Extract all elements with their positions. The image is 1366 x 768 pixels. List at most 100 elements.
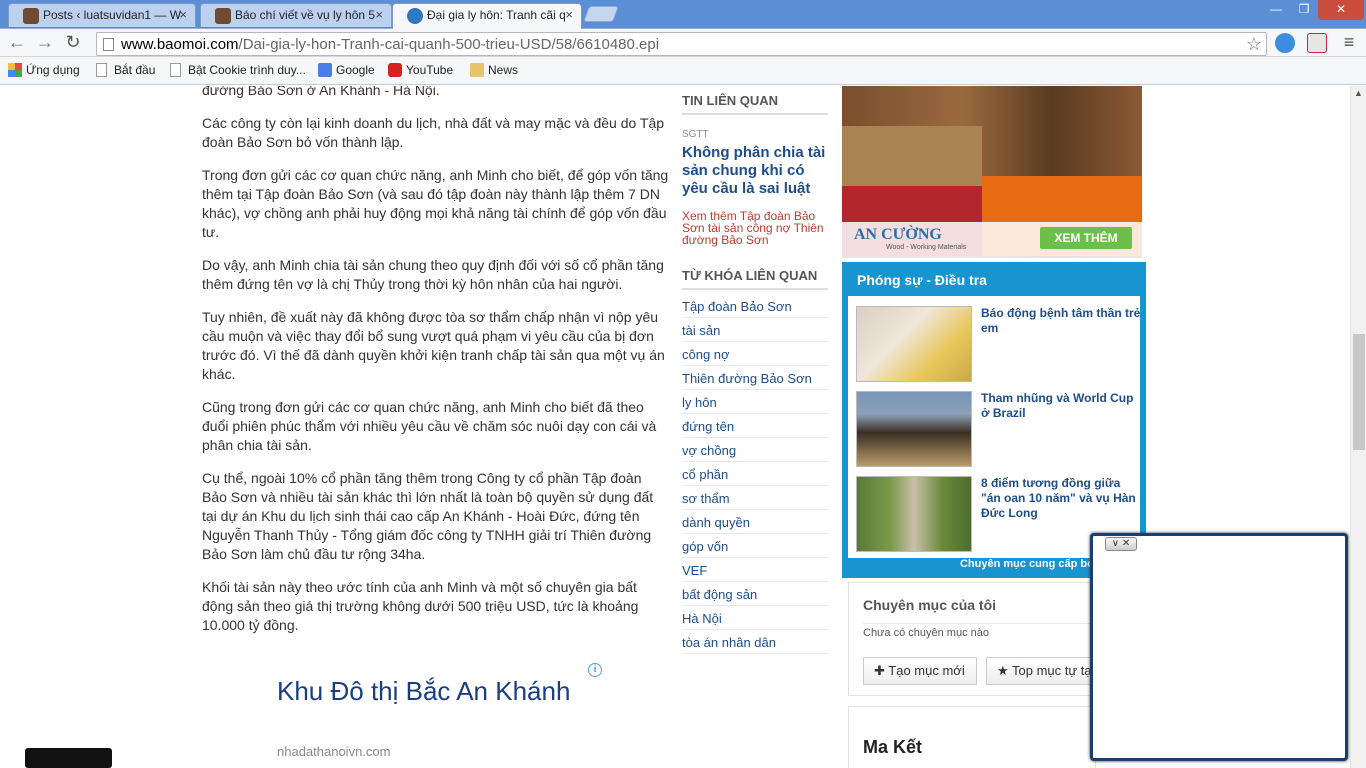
- bookmark-google[interactable]: Google: [318, 63, 375, 79]
- list-item[interactable]: Báo động bệnh tâm thần trẻ em: [852, 302, 1140, 387]
- my-channels-box: Chuyên mục của tôi Chưa có chuyên mục nà…: [848, 582, 1096, 696]
- google-icon: [318, 63, 332, 77]
- star-icon: ★: [997, 663, 1013, 678]
- browser-toolbar: ← → ↻ www.baomoi.com/Dai-gia-ly-hon-Tran…: [0, 29, 1366, 57]
- thumbnail-image[interactable]: [856, 391, 972, 467]
- scroll-up-icon[interactable]: ▲: [1354, 88, 1363, 98]
- tab-dai-gia-ly-hon[interactable]: Đại gia ly hôn: Tranh cãi q ×: [392, 3, 582, 29]
- keyword-link[interactable]: cổ phần: [682, 462, 828, 486]
- tab-close-icon[interactable]: ×: [179, 7, 187, 22]
- browser-tab-strip: Posts ‹ luatsuvidan1 — W × Báo chí viết …: [0, 0, 1366, 29]
- bookmark-bat-dau[interactable]: Bắt đầu: [96, 63, 155, 79]
- ad-info-icon[interactable]: i: [588, 663, 602, 677]
- globe-favicon-icon: [407, 8, 423, 24]
- bookmarks-bar: Ứng dụng Bắt đầu Bật Cookie trình duy...…: [0, 57, 1366, 85]
- investigation-box: Phóng sự - Điều tra Báo động bệnh tâm th…: [842, 262, 1146, 578]
- bookmark-bat-cookie[interactable]: Bật Cookie trình duy...: [170, 63, 306, 79]
- button-label: Tạo mục mới: [888, 663, 965, 678]
- page-scrollbar[interactable]: ▲: [1350, 86, 1366, 768]
- page-icon: [170, 63, 181, 77]
- keyword-link[interactable]: tòa án nhân dân: [682, 630, 828, 654]
- keyword-link[interactable]: tài sản: [682, 318, 828, 342]
- url-path: /Dai-gia-ly-hon-Tranh-cai-quanh-500-trie…: [238, 36, 660, 53]
- cloud-extension-icon[interactable]: [1275, 33, 1295, 53]
- related-article-link[interactable]: Không phân chia tài sản chung khi có yêu…: [682, 144, 828, 198]
- maximize-button[interactable]: ❐: [1290, 0, 1318, 20]
- keyword-link[interactable]: Thiên đường Bảo Sơn: [682, 366, 828, 390]
- list-item[interactable]: Tham nhũng và World Cup ở Brazil: [852, 387, 1136, 472]
- bookmark-news[interactable]: News: [470, 63, 518, 79]
- bookmark-apps[interactable]: Ứng dụng: [8, 63, 80, 79]
- item-title-link[interactable]: 8 điểm tương đồng giữa "án oan 10 năm" v…: [981, 476, 1143, 521]
- keyword-link[interactable]: ly hôn: [682, 390, 828, 414]
- item-title-link[interactable]: Tham nhũng và World Cup ở Brazil: [981, 391, 1143, 421]
- tab-close-icon[interactable]: ×: [565, 7, 573, 22]
- keyword-link[interactable]: công nợ: [682, 342, 828, 366]
- ad-url[interactable]: nhadathanoivn.com: [277, 744, 390, 759]
- investigation-heading: Phóng sự - Điều tra: [857, 272, 987, 288]
- item-title-link[interactable]: Báo động bệnh tâm thần trẻ em: [981, 306, 1143, 336]
- keyword-link[interactable]: dành quyền: [682, 510, 828, 534]
- an-cuong-banner-ad[interactable]: AN CƯỜNG Wood - Working Materials XEM TH…: [842, 86, 1142, 258]
- keyword-link[interactable]: vợ chồng: [682, 438, 828, 462]
- button-label: Top mục tự tạo: [1012, 663, 1096, 678]
- bookmark-star-icon[interactable]: ☆: [1246, 34, 1262, 55]
- keyword-link[interactable]: Tập đoàn Bảo Sơn: [682, 294, 828, 318]
- ad-dark-widget[interactable]: [25, 748, 112, 768]
- see-more-button[interactable]: XEM THÊM: [1040, 227, 1132, 249]
- article-body: đường Bảo Sơn ở An Khánh - Hà Nội. Các c…: [202, 86, 670, 649]
- bookmark-label: Bắt đầu: [114, 63, 156, 77]
- sidebar: TIN LIÊN QUAN SGTT Không phân chia tài s…: [682, 86, 828, 654]
- close-window-button[interactable]: ✕: [1318, 0, 1364, 20]
- brand-logo: AN CƯỜNG: [854, 226, 942, 243]
- address-bar[interactable]: www.baomoi.com/Dai-gia-ly-hon-Tranh-cai-…: [96, 32, 1267, 56]
- scrollbar-thumb[interactable]: [1353, 334, 1365, 450]
- bookmark-label: Bật Cookie trình duy...: [188, 63, 306, 77]
- folder-icon: [470, 63, 484, 77]
- keyword-link[interactable]: VEF: [682, 558, 828, 582]
- bookmark-label: YouTube: [406, 63, 454, 77]
- reload-button[interactable]: ↻: [62, 32, 84, 54]
- keyword-link[interactable]: sơ thẩm: [682, 486, 828, 510]
- investigation-list: Báo động bệnh tâm thần trẻ em Tham nhũng…: [848, 296, 1140, 558]
- url-host: www.baomoi.com: [121, 36, 239, 53]
- chrome-menu-icon[interactable]: ≡: [1338, 32, 1360, 54]
- floating-popup[interactable]: ∨ ✕: [1090, 533, 1348, 761]
- keyword-link[interactable]: góp vốn: [682, 534, 828, 558]
- provider-credit: Chuyên mục cung cấp bởi: [959, 558, 1098, 570]
- keyword-link[interactable]: Hà Nội: [682, 606, 828, 630]
- tab-posts[interactable]: Posts ‹ luatsuvidan1 — W ×: [8, 3, 196, 27]
- tab-title: Posts ‹ luatsuvidan1 — W: [43, 8, 182, 22]
- keyword-link[interactable]: bất động sản: [682, 582, 828, 606]
- new-tab-button[interactable]: [583, 6, 619, 22]
- thumbnail-image[interactable]: [856, 306, 972, 382]
- article-paragraph: Tuy nhiên, đề xuất này đã không được tòa…: [202, 309, 665, 382]
- back-button[interactable]: ←: [6, 32, 28, 54]
- minimize-button[interactable]: —: [1262, 0, 1290, 20]
- article-paragraph: Do vậy, anh Minh chia tài sản chung theo…: [202, 257, 664, 292]
- bookmark-label: Ứng dụng: [26, 63, 80, 77]
- bookmark-youtube[interactable]: YouTube: [388, 63, 453, 79]
- plus-icon: ✚: [874, 663, 889, 678]
- bookmark-label: News: [488, 63, 519, 77]
- apps-grid-icon: [8, 63, 22, 77]
- bookmark-label: Google: [336, 63, 375, 77]
- tab-bao-chi[interactable]: Báo chí viết về vụ ly hôn 5 ×: [200, 3, 392, 27]
- wordpress-favicon-icon: [23, 8, 39, 24]
- article-paragraph: Các công ty còn lại kinh doanh du lịch, …: [202, 115, 665, 150]
- ad-title-link[interactable]: Khu Đô thị Bắc An Khánh: [277, 674, 577, 708]
- article-paragraph: Cụ thể, ngoài 10% cổ phần tăng thêm tron…: [202, 470, 654, 562]
- horoscope-heading: Ma Kết: [863, 737, 923, 757]
- related-more-link[interactable]: Xem thêm Tập đoàn Bảo Sơn tài sản công n…: [682, 210, 828, 246]
- custom-top-button[interactable]: ★ Top mục tự tạo: [986, 657, 1096, 685]
- create-channel-button[interactable]: ✚ Tạo mục mới: [863, 657, 977, 685]
- tab-close-icon[interactable]: ×: [375, 7, 383, 22]
- forward-button[interactable]: →: [34, 32, 56, 54]
- popup-controls[interactable]: ∨ ✕: [1105, 537, 1137, 551]
- keyword-link[interactable]: đứng tên: [682, 414, 828, 438]
- calendar-extension-icon[interactable]: [1307, 33, 1327, 53]
- article-paragraph: Khối tài sản này theo ước tính của anh M…: [202, 579, 639, 633]
- thumbnail-image[interactable]: [856, 476, 972, 552]
- article-paragraph: đường Bảo Sơn ở An Khánh - Hà Nội.: [202, 86, 440, 98]
- keywords-heading: TỪ KHÓA LIÊN QUAN: [682, 268, 828, 290]
